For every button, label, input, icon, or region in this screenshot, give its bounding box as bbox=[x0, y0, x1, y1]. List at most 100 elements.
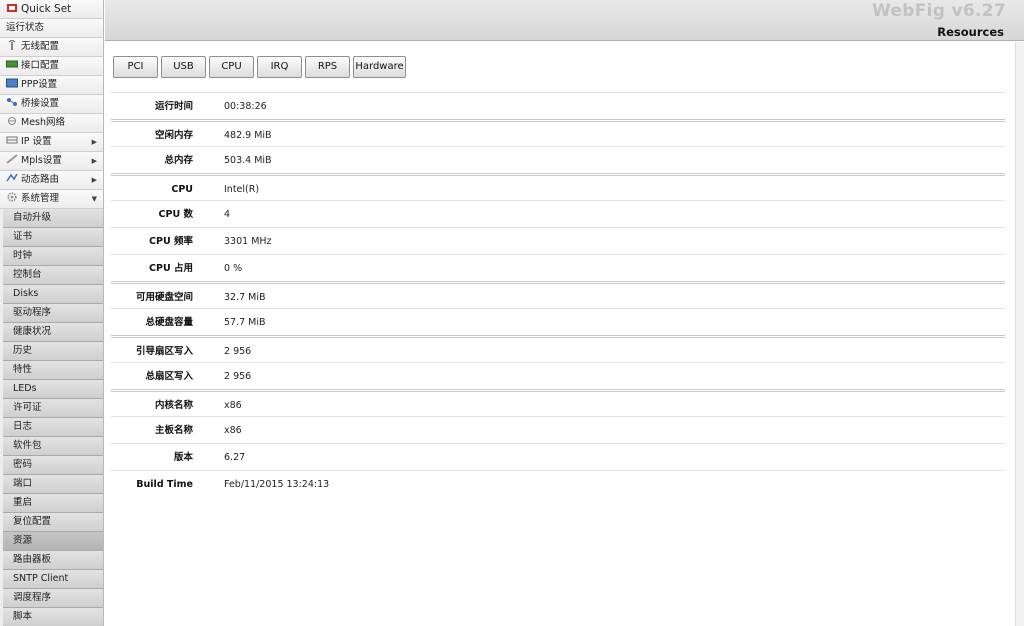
sidebar-subitem-leds[interactable]: LEDs bbox=[3, 380, 103, 399]
sidebar-item-status[interactable]: 运行状态 bbox=[0, 19, 103, 38]
tab-cpu[interactable]: CPU bbox=[209, 56, 254, 78]
tab-irq[interactable]: IRQ bbox=[257, 56, 302, 78]
sidebar-item-quick-set[interactable]: Quick Set bbox=[0, 0, 103, 19]
resource-table: 运行时间 00:38:26 空闲内存 482.9 MiB 总内存 503.4 M… bbox=[111, 92, 1005, 497]
sidebar-item-label: Mpls设置 bbox=[21, 155, 62, 166]
sidebar-subitem-certificates[interactable]: 证书 bbox=[3, 228, 103, 247]
field-value: 0 % bbox=[224, 263, 243, 274]
field-value: 482.9 MiB bbox=[224, 130, 272, 141]
resource-row-build-time: Build Time Feb/11/2015 13:24:13 bbox=[111, 470, 1005, 497]
tab-pci[interactable]: PCI bbox=[113, 56, 158, 78]
field-label: 版本 bbox=[173, 452, 193, 463]
sidebar-item-wireless[interactable]: 无线配置 bbox=[0, 38, 103, 57]
sidebar-subitem-license[interactable]: 许可证 bbox=[3, 399, 103, 418]
field-label: Build Time bbox=[136, 479, 193, 490]
mpls-icon bbox=[6, 154, 18, 164]
resource-row-board-name: 主板名称 x86 bbox=[111, 416, 1005, 443]
tab-usb[interactable]: USB bbox=[161, 56, 206, 78]
field-value: x86 bbox=[224, 425, 242, 436]
sidebar-item-bridge[interactable]: 桥接设置 bbox=[0, 95, 103, 114]
bridge-icon bbox=[7, 98, 17, 106]
chevron-right-icon: ▶ bbox=[91, 176, 97, 184]
sidebar-item-mesh[interactable]: Mesh网络 bbox=[0, 114, 103, 133]
wireless-icon bbox=[8, 40, 16, 50]
sidebar-subitem-identity[interactable]: 特性 bbox=[3, 361, 103, 380]
sidebar-item-system[interactable]: 系统管理 ▼ bbox=[0, 190, 103, 209]
sidebar-subitem-packages[interactable]: 软件包 bbox=[3, 437, 103, 456]
ppp-icon bbox=[6, 78, 18, 88]
resource-row-free-memory: 空闲内存 482.9 MiB bbox=[111, 119, 1005, 146]
tab-hardware[interactable]: Hardware bbox=[353, 56, 406, 78]
field-label: 主板名称 bbox=[154, 425, 193, 436]
resource-row-sector-writes-since-reboot: 引导扇区写入 2 956 bbox=[111, 335, 1005, 362]
page-scrollbar[interactable] bbox=[1015, 42, 1024, 626]
sidebar-subitem-disks[interactable]: Disks bbox=[3, 285, 103, 304]
field-value: Intel(R) bbox=[224, 184, 260, 195]
sidebar-subitem-reboot[interactable]: 重启 bbox=[3, 494, 103, 513]
sidebar-item-label: 系统管理 bbox=[21, 193, 60, 204]
field-value: 4 bbox=[224, 209, 231, 220]
resource-row-total-memory: 总内存 503.4 MiB bbox=[111, 146, 1005, 173]
tab-rps[interactable]: RPS bbox=[305, 56, 350, 78]
sidebar-item-ppp[interactable]: PPP设置 bbox=[0, 76, 103, 95]
resource-row-uptime: 运行时间 00:38:26 bbox=[111, 92, 1005, 119]
sidebar-nav: Quick Set 运行状态 无线配置 接口配置 PPP设置 桥接设置 Mesh… bbox=[0, 0, 104, 626]
sidebar-subitem-auto-upgrade[interactable]: 自动升级 bbox=[3, 209, 103, 228]
field-label: 引导扇区写入 bbox=[135, 346, 193, 357]
sidebar-item-label: IP 设置 bbox=[21, 136, 52, 147]
resource-row-version: 版本 6.27 bbox=[111, 443, 1005, 470]
sidebar-subitem-routerboard[interactable]: 路由器板 bbox=[3, 551, 103, 570]
field-value: 32.7 MiB bbox=[224, 292, 266, 303]
field-value: 00:38:26 bbox=[224, 101, 267, 112]
field-label: 总内存 bbox=[164, 155, 193, 166]
main-content: PCI USB CPU IRQ RPS Hardware 运行时间 00:38:… bbox=[105, 42, 1015, 626]
sidebar-subitem-ports[interactable]: 端口 bbox=[3, 475, 103, 494]
field-value: 6.27 bbox=[224, 452, 246, 463]
sidebar-subitem-logging[interactable]: 日志 bbox=[3, 418, 103, 437]
field-label: CPU 数 bbox=[158, 209, 193, 220]
sidebar-item-label: 桥接设置 bbox=[21, 98, 60, 109]
field-value: 2 956 bbox=[224, 371, 252, 382]
field-value: Feb/11/2015 13:24:13 bbox=[224, 479, 330, 490]
sidebar-item-label: 接口配置 bbox=[21, 60, 60, 71]
sidebar-item-label: Quick Set bbox=[21, 3, 72, 15]
field-label: CPU bbox=[171, 184, 193, 195]
resource-row-total-sector-writes: 总扇区写入 2 956 bbox=[111, 362, 1005, 389]
sidebar-subitem-scripts[interactable]: 脚本 bbox=[3, 608, 103, 626]
field-label: CPU 占用 bbox=[149, 263, 193, 274]
sidebar-subitem-reset-config[interactable]: 复位配置 bbox=[3, 513, 103, 532]
sidebar-subitem-resources[interactable]: 资源 bbox=[3, 532, 103, 551]
sidebar-subitem-password[interactable]: 密码 bbox=[3, 456, 103, 475]
sidebar-item-interfaces[interactable]: 接口配置 bbox=[0, 57, 103, 76]
sidebar-subitem-health[interactable]: 健康状况 bbox=[3, 323, 103, 342]
field-value: 503.4 MiB bbox=[224, 155, 272, 166]
sidebar-item-mpls[interactable]: Mpls设置 ▶ bbox=[0, 152, 103, 171]
sidebar-item-ip[interactable]: IP 设置 ▶ bbox=[0, 133, 103, 152]
routing-icon bbox=[6, 173, 18, 182]
sidebar-subitem-drivers[interactable]: 驱动程序 bbox=[3, 304, 103, 323]
field-label: 总硬盘容量 bbox=[145, 317, 193, 328]
sidebar-subitem-history[interactable]: 历史 bbox=[3, 342, 103, 361]
brand-title: WebFig v6.27 bbox=[872, 1, 1006, 21]
sidebar-subitem-scheduler[interactable]: 调度程序 bbox=[3, 589, 103, 608]
field-label: 运行时间 bbox=[154, 101, 193, 112]
sidebar-item-label: PPP设置 bbox=[21, 79, 58, 90]
field-label: CPU 频率 bbox=[149, 236, 193, 247]
sidebar-subitem-clock[interactable]: 时钟 bbox=[3, 247, 103, 266]
field-label: 空闲内存 bbox=[154, 130, 193, 141]
resource-row-cpu-load: CPU 占用 0 % bbox=[111, 254, 1005, 281]
mesh-icon bbox=[8, 117, 16, 125]
chevron-right-icon: ▶ bbox=[91, 157, 97, 165]
resource-row-cpu-count: CPU 数 4 bbox=[111, 200, 1005, 227]
field-label: 总扇区写入 bbox=[145, 371, 193, 382]
sidebar-item-label: Mesh网络 bbox=[21, 117, 66, 128]
interface-icon bbox=[6, 60, 18, 68]
resource-row-architecture-name: 内核名称 x86 bbox=[111, 389, 1005, 416]
field-value: 2 956 bbox=[224, 346, 252, 357]
sidebar-subitem-sntp-client[interactable]: SNTP Client bbox=[3, 570, 103, 589]
system-gear-icon bbox=[7, 192, 17, 202]
sidebar-subitem-console[interactable]: 控制台 bbox=[3, 266, 103, 285]
sidebar-item-label: 无线配置 bbox=[21, 41, 60, 52]
sidebar-item-routing[interactable]: 动态路由 ▶ bbox=[0, 171, 103, 190]
ip-icon bbox=[6, 136, 18, 144]
